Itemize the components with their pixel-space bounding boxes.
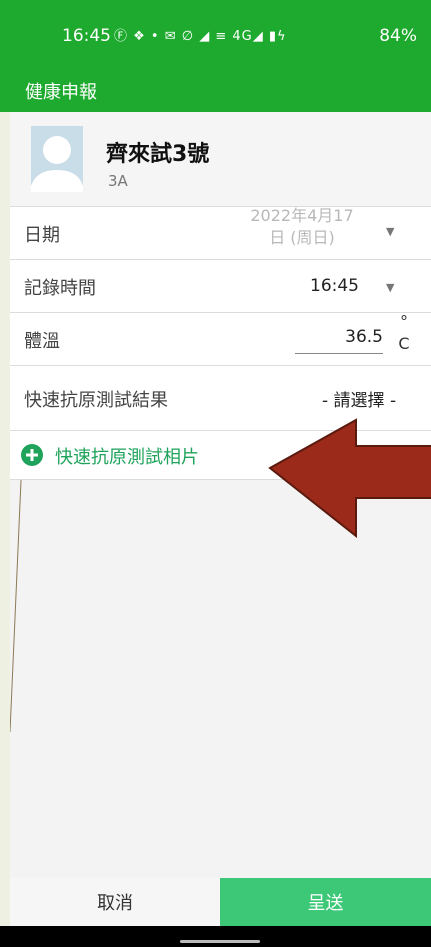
date-value-line2: 日 (周日) <box>269 228 335 247</box>
date-value-line1: 2022年4月17 <box>250 206 354 225</box>
home-indicator[interactable] <box>180 940 260 943</box>
record-time-value[interactable]: 16:45 <box>310 276 359 296</box>
date-row[interactable]: 日期 2022年4月17 日 (周日) ▼ <box>10 206 431 260</box>
date-label: 日期 <box>24 225 60 246</box>
temperature-row: 體溫 36.5 ° C <box>10 312 431 366</box>
avatar <box>31 126 83 192</box>
cancel-button[interactable]: 取消 <box>10 878 220 926</box>
submit-button[interactable]: 呈送 <box>220 878 431 926</box>
student-name: 齊來試3號 <box>106 142 210 167</box>
degree-symbol: ° <box>400 312 408 331</box>
rat-result-select[interactable]: - 請選擇 - <box>322 386 396 411</box>
form-content: 齊來試3號 3A 日期 2022年4月17 日 (周日) ▼ 記錄時間 16:4… <box>10 112 431 878</box>
rat-photo-label[interactable]: 快速抗原測試相片 <box>55 443 199 469</box>
plus-circle-icon[interactable] <box>21 444 43 466</box>
caret-down-icon: ▼ <box>386 281 395 294</box>
app-bar: 健康申報 <box>0 64 431 112</box>
status-time: 16:45 <box>62 26 111 46</box>
caret-down-icon: ▼ <box>386 225 395 238</box>
navigation-bar <box>0 926 431 947</box>
record-time-row[interactable]: 記錄時間 16:45 ▼ <box>10 259 431 313</box>
record-time-label: 記錄時間 <box>24 278 96 299</box>
temperature-label: 體溫 <box>24 331 60 352</box>
rat-result-label: 快速抗原測試結果 <box>24 390 168 411</box>
status-icons: Ⓕ ❖ • ✉ ∅ ◢ ≡ 4G◢ ▮ϟ <box>114 29 287 44</box>
left-arrow-annotation <box>268 418 431 538</box>
temperature-underline <box>295 353 383 354</box>
avatar-person-icon <box>31 136 83 192</box>
temperature-unit: ° C <box>392 313 416 353</box>
profile-header: 齊來試3號 3A <box>10 112 431 206</box>
celsius-symbol: C <box>398 334 410 353</box>
student-class: 3A <box>108 172 128 190</box>
status-bar: 16:45 Ⓕ ❖ • ✉ ∅ ◢ ≡ 4G◢ ▮ϟ 84% <box>0 0 431 64</box>
battery-percentage: 84% <box>379 26 417 46</box>
temperature-input[interactable]: 36.5 <box>293 327 383 347</box>
app-title: 健康申報 <box>25 82 97 103</box>
date-value[interactable]: 2022年4月17 日 (周日) <box>232 205 372 249</box>
